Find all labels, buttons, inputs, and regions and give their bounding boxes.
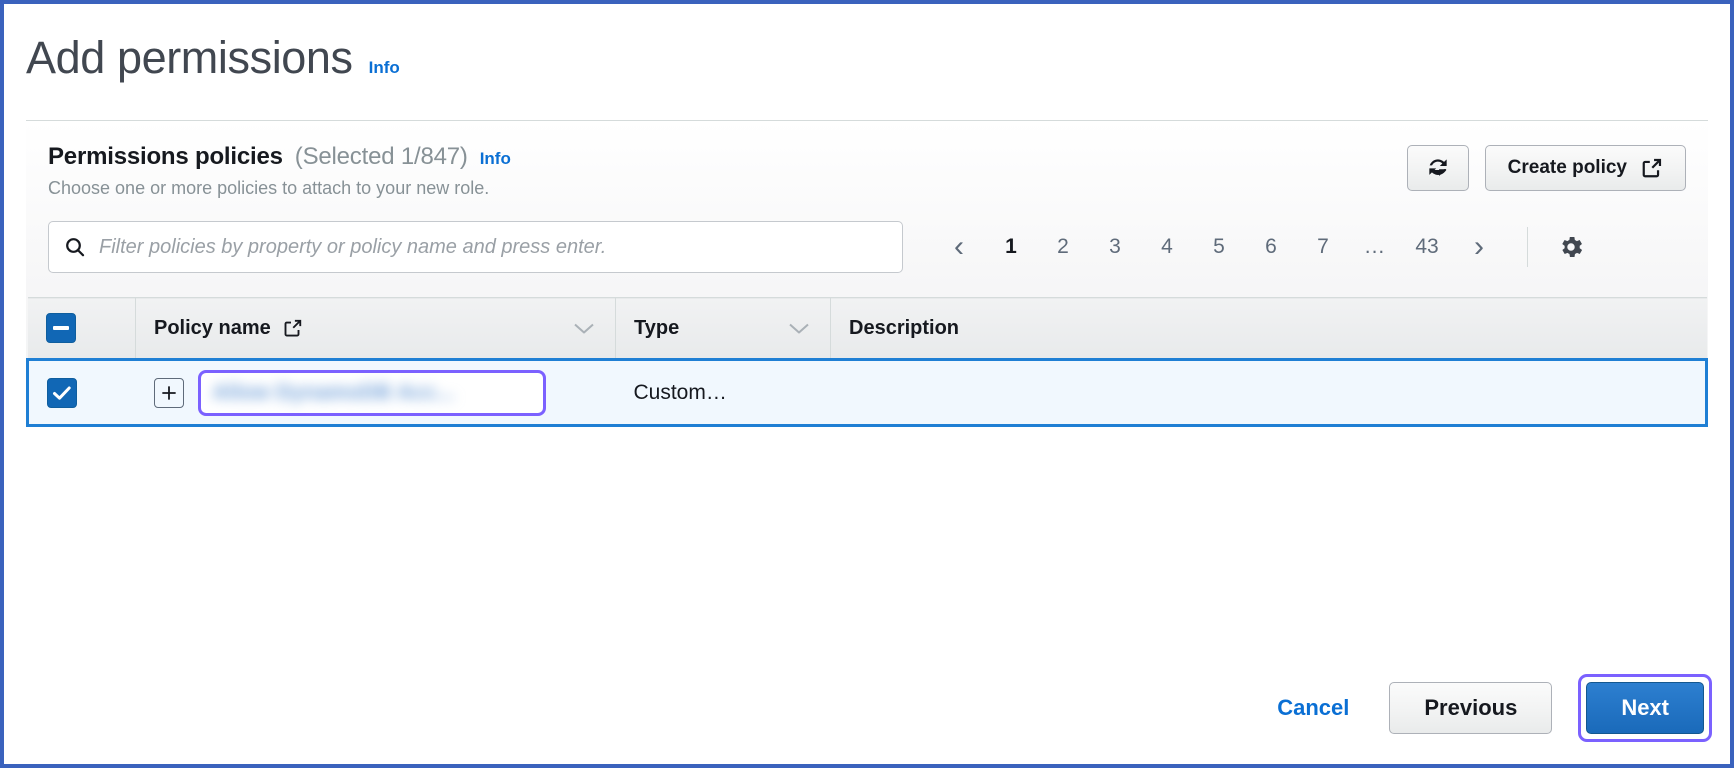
pagination-ellipsis: ... bbox=[1349, 223, 1401, 271]
column-header-policy-name[interactable]: Policy name bbox=[135, 297, 616, 360]
table-row[interactable]: Allow DynamoDB Acc... Custom… bbox=[26, 358, 1708, 427]
pagination-page-7[interactable]: 7 bbox=[1297, 223, 1349, 271]
filter-toolbar: ‹ 1 2 3 4 5 6 7 ... 43 › bbox=[26, 199, 1708, 297]
pagination: ‹ 1 2 3 4 5 6 7 ... 43 › bbox=[933, 222, 1596, 272]
column-header-type-label: Type bbox=[634, 316, 680, 339]
column-header-policy-name-label: Policy name bbox=[154, 316, 271, 339]
refresh-button[interactable] bbox=[1406, 145, 1469, 191]
expand-plus-icon[interactable] bbox=[153, 377, 184, 408]
add-permissions-dialog: Add permissions Info Permissions policie… bbox=[0, 0, 1734, 768]
column-header-description: Description bbox=[830, 297, 1707, 360]
policy-name-highlight[interactable]: Allow DynamoDB Acc... bbox=[197, 369, 546, 416]
next-button[interactable]: Next bbox=[1586, 682, 1704, 734]
wizard-footer: Cancel Previous Next bbox=[1263, 674, 1712, 742]
sort-descending-icon[interactable] bbox=[786, 320, 812, 336]
next-button-focus-ring: Next bbox=[1578, 674, 1712, 742]
pagination-page-3[interactable]: 3 bbox=[1089, 223, 1141, 271]
pagination-page-43[interactable]: 43 bbox=[1401, 223, 1453, 271]
search-box[interactable] bbox=[48, 221, 903, 273]
permissions-policies-panel: Permissions policies (Selected 1/847) In… bbox=[26, 121, 1708, 427]
toolbar-divider bbox=[1527, 227, 1528, 267]
cancel-button[interactable]: Cancel bbox=[1263, 685, 1363, 731]
page-info-link[interactable]: Info bbox=[369, 58, 400, 78]
row-policy-name-cell: Allow DynamoDB Acc... bbox=[135, 358, 616, 427]
pagination-page-2[interactable]: 2 bbox=[1037, 223, 1089, 271]
search-input[interactable] bbox=[99, 235, 888, 259]
select-all-checkbox[interactable] bbox=[45, 313, 76, 343]
column-header-type[interactable]: Type bbox=[615, 297, 831, 360]
pagination-page-1[interactable]: 1 bbox=[985, 223, 1037, 271]
search-icon bbox=[63, 235, 87, 259]
policy-name-value: Allow DynamoDB Acc... bbox=[212, 380, 455, 404]
create-policy-label: Create policy bbox=[1507, 157, 1627, 178]
select-all-header bbox=[28, 298, 136, 360]
column-header-description-label: Description bbox=[849, 316, 960, 339]
refresh-icon bbox=[1425, 155, 1451, 181]
page-title: Add permissions bbox=[26, 32, 353, 83]
policies-table: Policy name Type Description Allow Dynam… bbox=[26, 297, 1708, 427]
row-checkbox[interactable] bbox=[47, 377, 77, 408]
panel-info-link[interactable]: Info bbox=[480, 149, 511, 169]
table-preferences-button[interactable] bbox=[1546, 222, 1596, 272]
create-policy-button[interactable]: Create policy bbox=[1484, 145, 1686, 191]
panel-subtitle: Choose one or more policies to attach to… bbox=[48, 178, 490, 198]
row-type-cell: Custom… bbox=[615, 358, 831, 427]
panel-heading-block: Permissions policies (Selected 1/847) In… bbox=[48, 143, 511, 199]
external-link-icon bbox=[283, 318, 303, 338]
sort-descending-icon[interactable] bbox=[571, 320, 597, 336]
pagination-page-6[interactable]: 6 bbox=[1245, 223, 1297, 271]
gear-icon bbox=[1557, 233, 1585, 261]
external-link-icon bbox=[1641, 157, 1663, 179]
pagination-previous-button[interactable]: ‹ bbox=[933, 223, 985, 271]
pagination-page-4[interactable]: 4 bbox=[1141, 223, 1193, 271]
previous-button[interactable]: Previous bbox=[1389, 682, 1553, 734]
selected-count: (Selected 1/847) bbox=[294, 143, 468, 170]
panel-actions: Create policy bbox=[1406, 143, 1686, 191]
row-select-cell bbox=[26, 358, 136, 427]
pagination-page-5[interactable]: 5 bbox=[1193, 223, 1245, 271]
table-header-row: Policy name Type Description bbox=[27, 297, 1707, 360]
page-header: Add permissions Info bbox=[4, 4, 1730, 84]
panel-header: Permissions policies (Selected 1/847) In… bbox=[26, 121, 1708, 199]
pagination-next-button[interactable]: › bbox=[1453, 223, 1505, 271]
row-description-cell bbox=[830, 358, 1708, 427]
panel-title: Permissions policies bbox=[48, 143, 283, 170]
